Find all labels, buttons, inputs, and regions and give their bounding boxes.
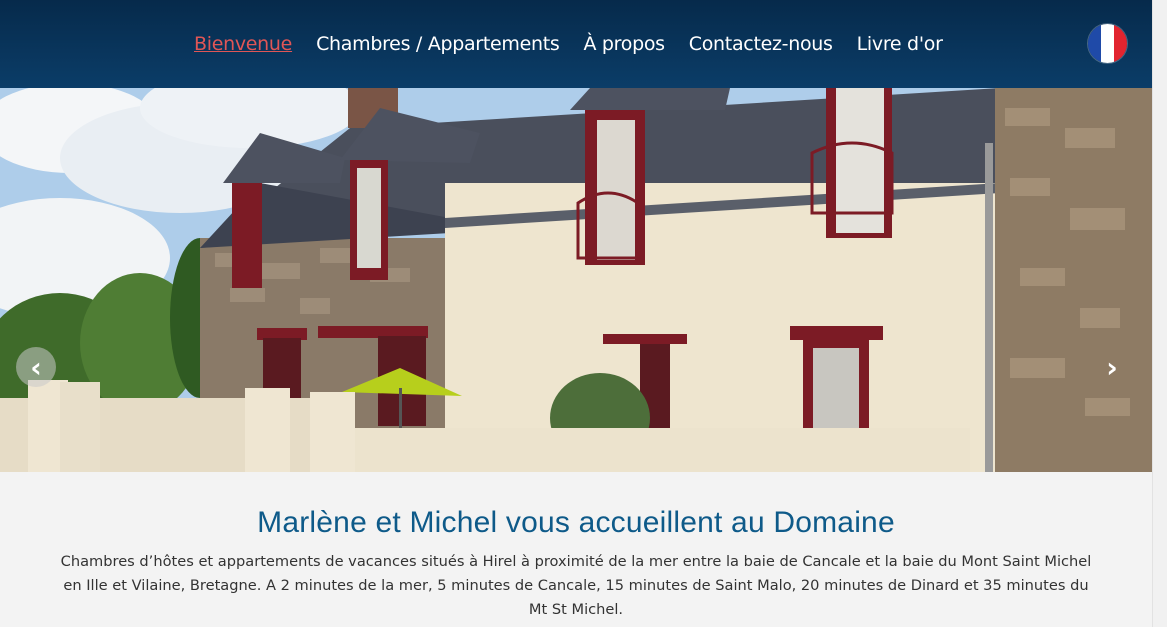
intro-section: Marlène et Michel vous accueillent au Do…	[0, 472, 1152, 627]
carousel-next-button[interactable]: ›	[1092, 347, 1132, 387]
nav-link-chambres[interactable]: Chambres / Appartements	[316, 33, 560, 55]
scrollbar[interactable]	[1152, 0, 1167, 627]
house-photo	[0, 88, 1152, 472]
intro-text: Chambres d’hôtes et appartements de vaca…	[60, 553, 1092, 618]
intro-title: Marlène et Michel vous accueillent au Do…	[257, 506, 895, 539]
top-navbar: Bienvenue Chambres / Appartements À prop…	[0, 0, 1152, 88]
nav-link-livre-dor[interactable]: Livre d'or	[857, 33, 943, 55]
carousel-prev-button[interactable]: ‹	[16, 347, 56, 387]
hero-carousel: ‹ ›	[0, 88, 1152, 472]
nav-link-contact[interactable]: Contactez-nous	[689, 33, 833, 55]
nav-link-bienvenue[interactable]: Bienvenue	[194, 33, 292, 55]
chevron-right-icon: ›	[1106, 350, 1118, 384]
main-navigation: Bienvenue Chambres / Appartements À prop…	[194, 33, 943, 55]
nav-link-a-propos[interactable]: À propos	[583, 33, 665, 55]
french-flag-icon[interactable]	[1088, 24, 1127, 63]
chevron-left-icon: ‹	[30, 350, 42, 384]
